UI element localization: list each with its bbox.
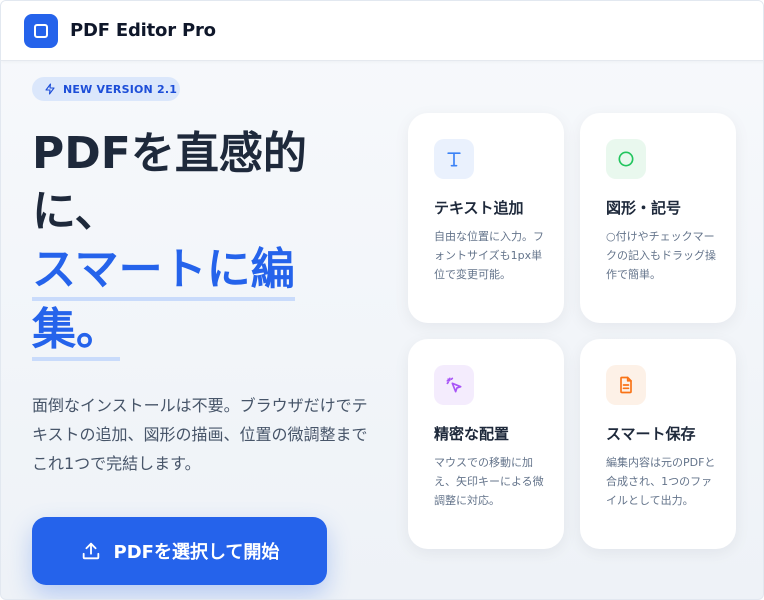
hero-description: 面倒なインストールは不要。ブラウザだけでテキストの追加、図形の描画、位置の微調整… xyxy=(32,396,368,473)
hero-title-line-2: に、 xyxy=(32,186,119,237)
app-window: PDF Editor Pro NEW VERSION 2.1 PDFを直感的 に… xyxy=(0,0,764,600)
hero-title-accent-1: スマートに編 xyxy=(32,245,295,301)
feature-title: 図形・記号 xyxy=(606,199,682,217)
feature-description: マウスでの移動に加え、矢印キーによる微調整に対応。 xyxy=(434,456,544,507)
feature-description: ○付けやチェックマークの記入もドラッグ操作で簡単。 xyxy=(606,230,716,281)
badge-label: NEW VERSION 2.1 xyxy=(63,82,178,96)
feature-card-positioning[interactable]: 精密な配置 マウスでの移動に加え、矢印キーによる微調整に対応。 xyxy=(408,339,564,549)
app-logo[interactable] xyxy=(24,14,58,48)
feature-icon-box xyxy=(434,139,474,179)
feature-description: 編集内容は元のPDFと合成され、1つのファイルとして出力。 xyxy=(606,456,716,507)
file-icon xyxy=(620,376,632,394)
feature-card-save[interactable]: スマート保存 編集内容は元のPDFと合成され、1つのファイルとして出力。 xyxy=(580,339,736,549)
square-icon xyxy=(34,24,48,38)
feature-title: スマート保存 xyxy=(606,425,696,443)
hero-title: PDFを直感的 に、 スマートに編 集。 xyxy=(32,125,362,361)
feature-icon-box xyxy=(434,365,474,405)
select-pdf-button[interactable]: PDFを選択して開始 xyxy=(32,517,327,585)
feature-icon-box xyxy=(606,139,646,179)
app-header: PDF Editor Pro xyxy=(1,1,763,61)
hero-title-accent-2: 集。 xyxy=(32,305,120,361)
upload-icon xyxy=(82,542,99,560)
cursor-click-icon xyxy=(446,377,462,393)
bolt-icon xyxy=(45,83,55,95)
feature-title: 精密な配置 xyxy=(434,425,510,443)
feature-description: 自由な位置に入力。フォントサイズも1px単位で変更可能。 xyxy=(434,230,544,281)
feature-title: テキスト追加 xyxy=(434,199,524,217)
feature-card-text[interactable]: テキスト追加 自由な位置に入力。フォントサイズも1px単位で変更可能。 xyxy=(408,113,564,323)
circle-icon xyxy=(618,151,634,167)
text-icon xyxy=(447,152,461,167)
hero-title-line-1: PDFを直感的 xyxy=(32,128,307,179)
select-pdf-button-label: PDFを選択して開始 xyxy=(113,542,280,563)
version-badge: NEW VERSION 2.1 xyxy=(32,77,180,101)
feature-icon-box xyxy=(606,365,646,405)
app-title: PDF Editor Pro xyxy=(70,20,216,41)
feature-card-shapes[interactable]: 図形・記号 ○付けやチェックマークの記入もドラッグ操作で簡単。 xyxy=(580,113,736,323)
